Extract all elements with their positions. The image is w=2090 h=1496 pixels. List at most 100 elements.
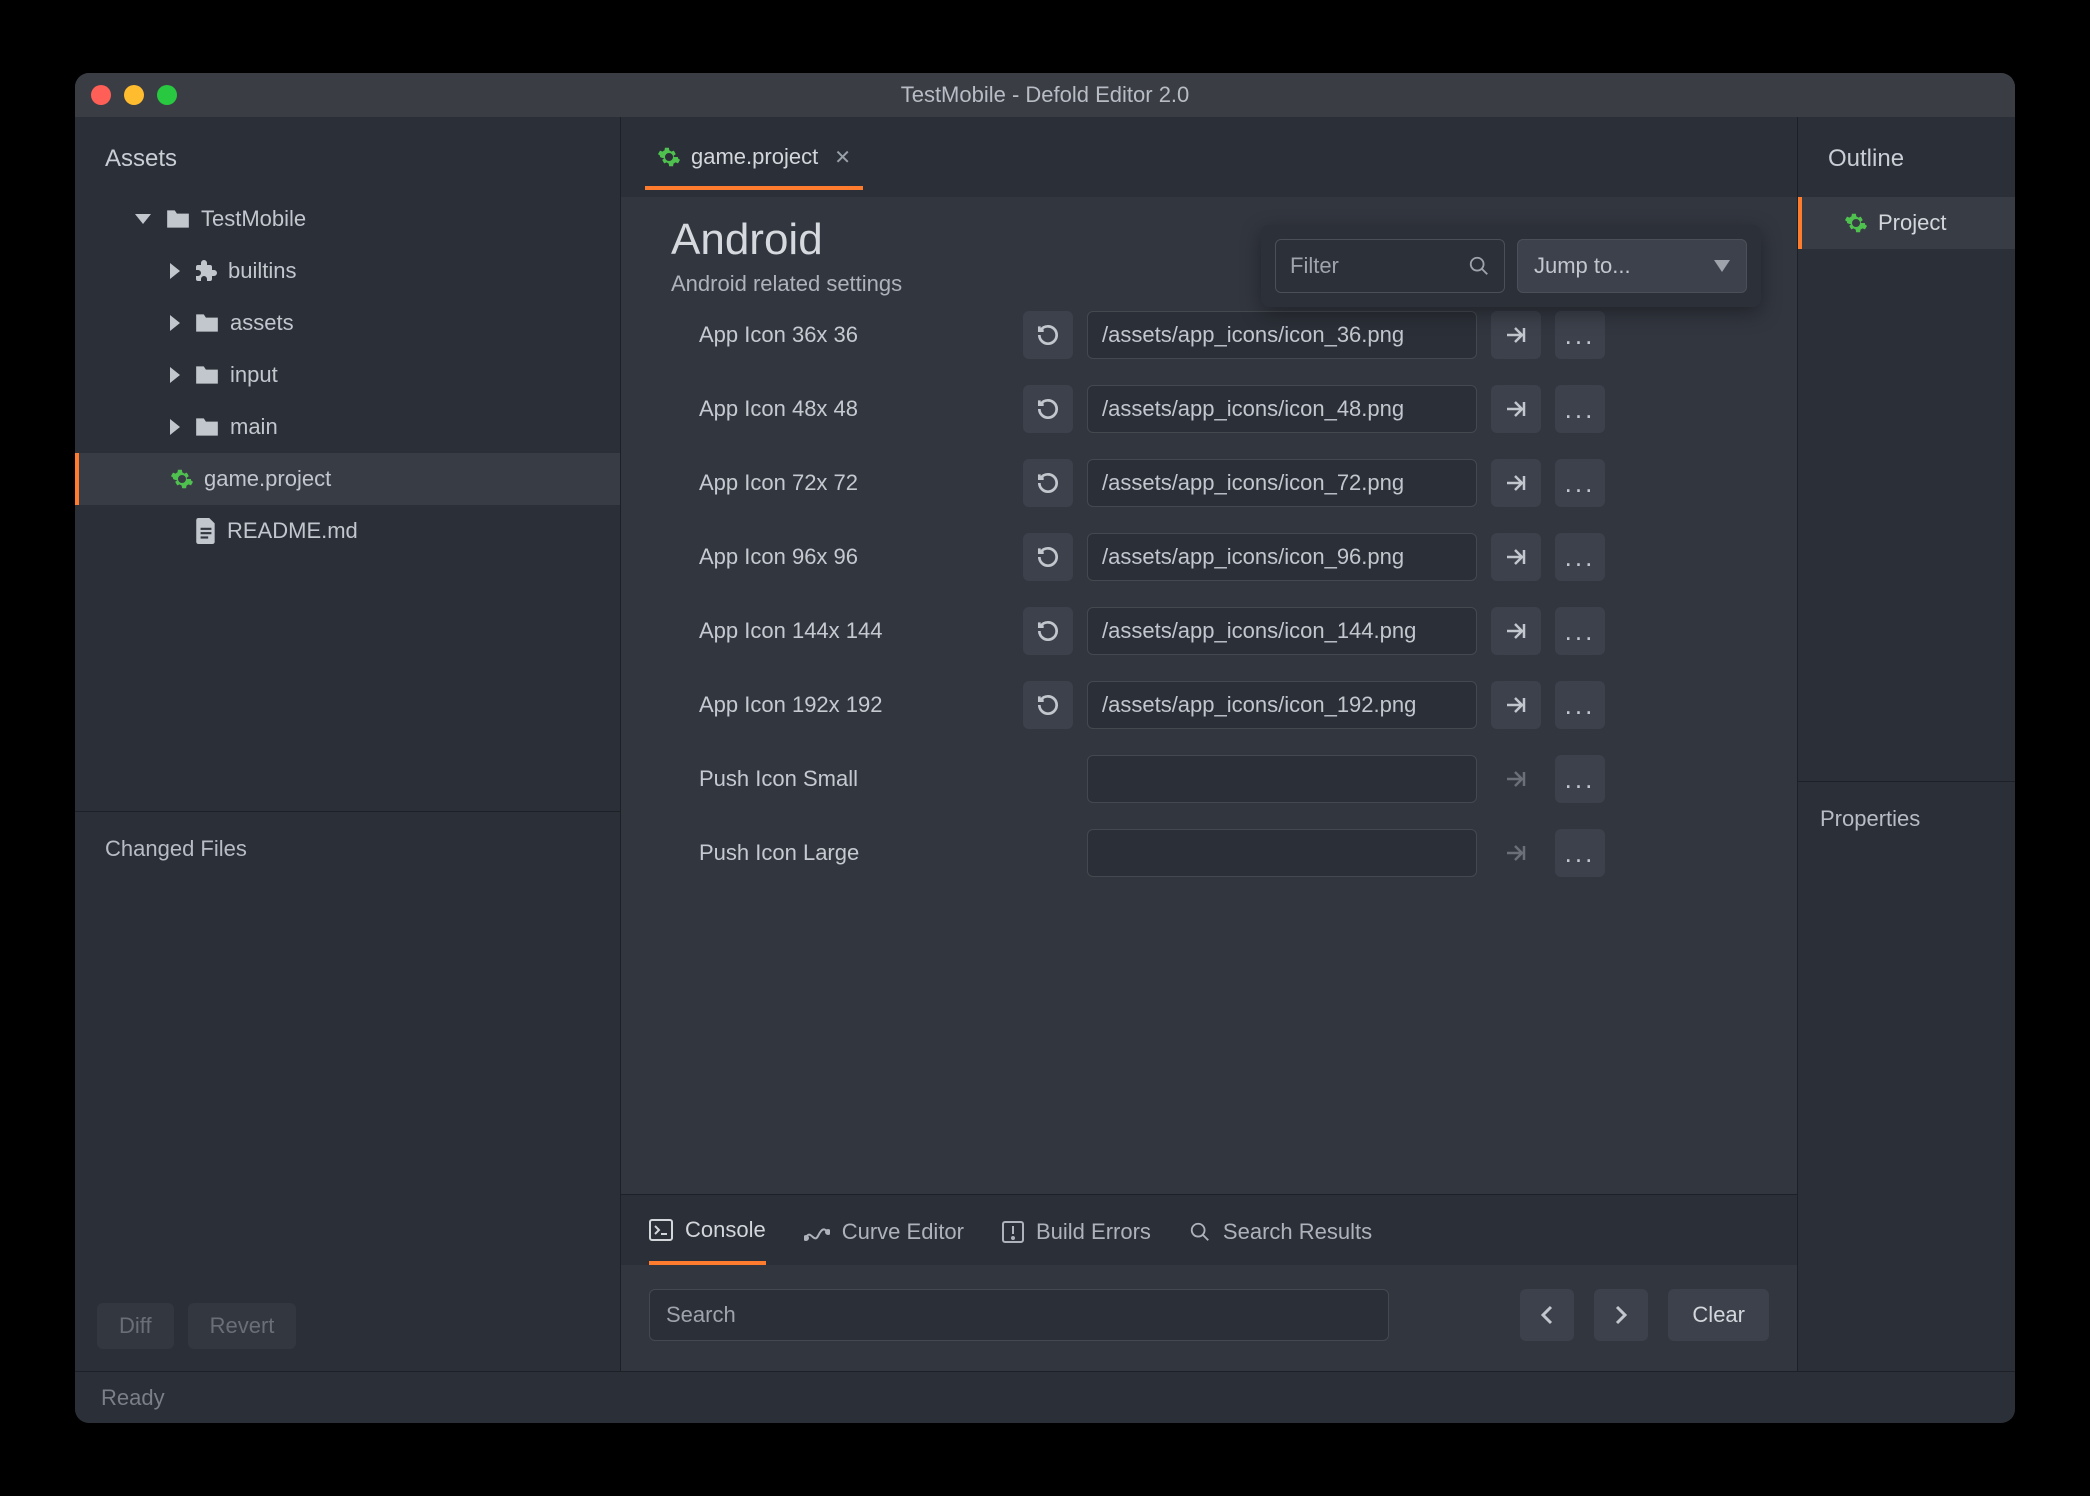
revert-button[interactable]: Revert (188, 1303, 297, 1349)
browse-button[interactable]: ... (1555, 681, 1605, 729)
tree-folder-assets[interactable]: assets (95, 297, 620, 349)
tree-root-label: TestMobile (201, 206, 306, 232)
chevron-right-icon (170, 315, 180, 331)
folder-icon (165, 208, 191, 230)
tree-file-readme[interactable]: README.md (95, 505, 620, 557)
outline-item-label: Project (1878, 210, 1946, 236)
reset-button[interactable] (1023, 533, 1073, 581)
settings-rows: App Icon 36x 36/assets/app_icons/icon_36… (671, 311, 1757, 877)
goto-button[interactable] (1491, 607, 1541, 655)
goto-button[interactable] (1491, 681, 1541, 729)
reset-button[interactable] (1023, 385, 1073, 433)
path-input[interactable]: /assets/app_icons/icon_36.png (1087, 311, 1477, 359)
tab-search-results[interactable]: Search Results (1189, 1217, 1372, 1265)
window-title: TestMobile - Defold Editor 2.0 (75, 82, 2015, 108)
path-input[interactable]: /assets/app_icons/icon_192.png (1087, 681, 1477, 729)
prev-button[interactable] (1520, 1289, 1574, 1341)
tab-build-errors[interactable]: Build Errors (1002, 1217, 1151, 1265)
settings-row: App Icon 96x 96/assets/app_icons/icon_96… (699, 533, 1757, 581)
tree-folder-main[interactable]: main (95, 401, 620, 453)
window-controls (91, 85, 177, 105)
close-icon[interactable]: ✕ (834, 145, 851, 170)
console-body: Search Clear (621, 1265, 1797, 1371)
close-window-button[interactable] (91, 85, 111, 105)
tree-folder-input[interactable]: input (95, 349, 620, 401)
tree-file-game-project[interactable]: game.project (75, 453, 620, 505)
tab-console[interactable]: Console (649, 1217, 766, 1265)
goto-button[interactable] (1491, 385, 1541, 433)
clear-button[interactable]: Clear (1668, 1289, 1769, 1341)
path-input[interactable]: /assets/app_icons/icon_72.png (1087, 459, 1477, 507)
browse-button[interactable]: ... (1555, 385, 1605, 433)
tree-folder-builtins[interactable]: builtins (95, 245, 620, 297)
settings-row: Push Icon Large... (699, 829, 1757, 877)
editor-tabs: game.project ✕ (621, 117, 1797, 197)
gear-icon (657, 145, 681, 169)
gear-icon (1844, 211, 1868, 235)
path-input[interactable]: /assets/app_icons/icon_96.png (1087, 533, 1477, 581)
statusbar: Ready (75, 1371, 2015, 1423)
goto-button[interactable] (1491, 755, 1541, 803)
browse-button[interactable]: ... (1555, 533, 1605, 581)
chevron-right-icon (170, 367, 180, 383)
goto-button[interactable] (1491, 311, 1541, 359)
browse-button[interactable]: ... (1555, 459, 1605, 507)
undo-icon (1035, 544, 1061, 570)
app-window: TestMobile - Defold Editor 2.0 Assets Te… (75, 73, 2015, 1423)
goto-icon (1505, 399, 1527, 419)
tab-curve-editor[interactable]: Curve Editor (804, 1217, 964, 1265)
path-input[interactable] (1087, 829, 1477, 877)
path-input[interactable]: /assets/app_icons/icon_144.png (1087, 607, 1477, 655)
undo-icon (1035, 618, 1061, 644)
reset-button[interactable] (1023, 311, 1073, 359)
filter-placeholder: Filter (1290, 253, 1468, 279)
properties-header: Properties (1820, 806, 1993, 832)
goto-icon (1505, 473, 1527, 493)
undo-icon (1035, 470, 1061, 496)
row-label: Push Icon Large (699, 840, 1009, 866)
tab-game-project[interactable]: game.project ✕ (645, 124, 863, 190)
row-label: App Icon 48x 48 (699, 396, 1009, 422)
reset-button[interactable] (1023, 459, 1073, 507)
path-input[interactable] (1087, 755, 1477, 803)
console-search-input[interactable]: Search (649, 1289, 1389, 1341)
goto-button[interactable] (1491, 533, 1541, 581)
folder-icon (194, 416, 220, 438)
chevron-down-icon (135, 214, 151, 224)
tab-label: Build Errors (1036, 1219, 1151, 1245)
path-input[interactable]: /assets/app_icons/icon_48.png (1087, 385, 1477, 433)
bottom-tabs: Console Curve Editor Build Errors Search… (621, 1195, 1797, 1265)
folder-icon (194, 312, 220, 334)
row-label: App Icon 36x 36 (699, 322, 1009, 348)
jumpto-dropdown[interactable]: Jump to... (1517, 239, 1747, 293)
goto-button[interactable] (1491, 459, 1541, 507)
tree-root[interactable]: TestMobile (95, 193, 620, 245)
puzzle-icon (194, 259, 218, 283)
bottom-panel: Console Curve Editor Build Errors Search… (621, 1194, 1797, 1371)
browse-button[interactable]: ... (1555, 829, 1605, 877)
goto-icon (1505, 621, 1527, 641)
outline-item-project[interactable]: Project (1798, 197, 2015, 249)
tree-label: README.md (227, 518, 358, 544)
tree-label: builtins (228, 258, 296, 284)
outline-header: Outline (1798, 117, 2015, 193)
zoom-window-button[interactable] (157, 85, 177, 105)
changed-files-panel: Changed Files Diff Revert (75, 811, 620, 1371)
next-button[interactable] (1594, 1289, 1648, 1341)
reset-button[interactable] (1023, 607, 1073, 655)
browse-button[interactable]: ... (1555, 755, 1605, 803)
assets-header: Assets (75, 117, 620, 193)
goto-icon (1505, 547, 1527, 567)
diff-button[interactable]: Diff (97, 1303, 174, 1349)
minimize-window-button[interactable] (124, 85, 144, 105)
goto-button[interactable] (1491, 829, 1541, 877)
browse-button[interactable]: ... (1555, 607, 1605, 655)
filter-input[interactable]: Filter (1275, 239, 1505, 293)
tab-label: Curve Editor (842, 1219, 964, 1245)
reset-button[interactable] (1023, 681, 1073, 729)
search-icon (1468, 255, 1490, 277)
settings-row: App Icon 48x 48/assets/app_icons/icon_48… (699, 385, 1757, 433)
status-text: Ready (101, 1385, 165, 1411)
browse-button[interactable]: ... (1555, 311, 1605, 359)
chevron-left-icon (1540, 1305, 1554, 1325)
